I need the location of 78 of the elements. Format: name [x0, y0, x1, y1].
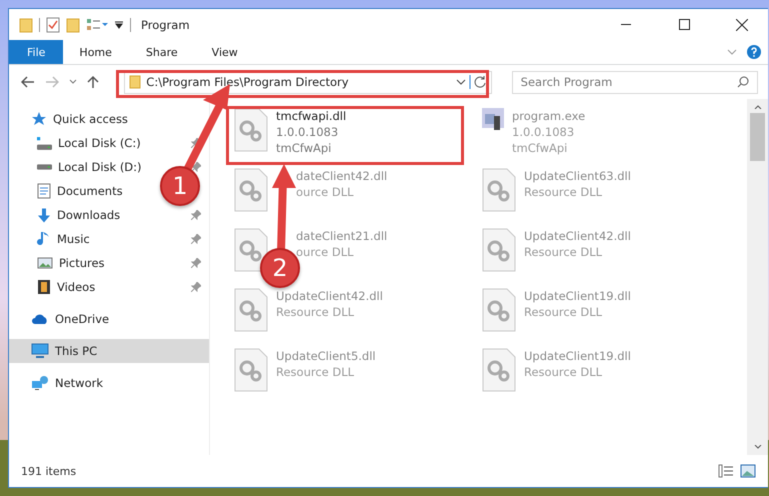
file-detail: 1.0.0.1083: [276, 124, 338, 140]
file-detail: tmCfwApi: [276, 140, 332, 156]
sidebar-item[interactable]: Videos: [9, 275, 209, 299]
file-detail: Resource DLL: [276, 304, 354, 320]
folder-icon: [129, 75, 142, 89]
sidebar-item[interactable]: This PC: [9, 339, 209, 363]
scrollbar[interactable]: [747, 99, 768, 455]
sidebar-item[interactable]: Documents: [9, 179, 131, 203]
network-icon: [31, 376, 49, 390]
view-options-icon[interactable]: [86, 18, 108, 32]
settings-file-icon: [482, 348, 516, 392]
file-detail: 1.0.0.1083: [512, 124, 574, 140]
settings-file-icon: [234, 288, 268, 332]
download-icon: [37, 208, 51, 222]
star-icon: [31, 111, 47, 127]
file-detail: ource DLL: [295, 244, 354, 260]
drive-icon: [37, 164, 52, 170]
monitor-icon: [31, 343, 49, 359]
ribbon-tab[interactable]: View: [200, 40, 250, 64]
file-name: dateClient42.dll: [295, 168, 388, 184]
sidebar-item[interactable]: OneDrive: [9, 307, 118, 331]
search-icon: [737, 76, 750, 88]
application-icon: [482, 108, 504, 130]
search-box[interactable]: Search Program: [512, 70, 758, 94]
file-name: UpdateClient63.dll: [524, 168, 631, 184]
search-field[interactable]: Search Program: [520, 75, 738, 89]
sidebar-item[interactable]: Music: [9, 227, 209, 251]
settings-file-icon: [234, 348, 268, 392]
sidebar-item[interactable]: Quick access: [9, 107, 136, 131]
document-icon: [37, 183, 51, 199]
scroll-thumb[interactable]: [750, 113, 765, 161]
file-detail: Resource DLL: [524, 364, 602, 380]
item-count: 191 items: [21, 464, 78, 478]
file-detail: Resource DLL: [524, 244, 602, 260]
window-title: Program: [141, 18, 191, 32]
cloud-icon: [31, 314, 49, 324]
file-menu-button[interactable]: File: [9, 40, 64, 64]
file-name: program.exe: [512, 108, 586, 124]
scroll-up-icon[interactable]: [754, 105, 762, 109]
file-name: UpdateClient19.dll: [524, 288, 631, 304]
ribbon-tab[interactable]: Home: [67, 40, 124, 64]
settings-file-icon: [482, 168, 516, 212]
file-detail: Resource DLL: [524, 304, 602, 320]
close-icon[interactable]: [736, 18, 748, 30]
settings-file-icon: [482, 228, 516, 272]
file-name: tmcfwapi.dll: [276, 108, 346, 124]
sidebar-item[interactable]: Network: [9, 371, 112, 395]
file-detail: Resource DLL: [276, 364, 354, 380]
settings-file-icon: [234, 108, 268, 152]
customize-toolbar-icon[interactable]: [114, 20, 124, 30]
up-button[interactable]: [87, 75, 99, 89]
file-detail: Resource DLL: [524, 184, 602, 200]
maximize-icon[interactable]: [678, 19, 690, 30]
film-icon: [37, 279, 51, 295]
file-name: UpdateClient5.dll: [276, 348, 376, 364]
settings-file-icon: [234, 168, 268, 212]
ribbon-tab[interactable]: Share: [134, 40, 190, 64]
scroll-down-icon[interactable]: [754, 445, 762, 449]
picture-icon: [37, 257, 53, 269]
settings-file-icon: [482, 288, 516, 332]
file-name: UpdateClient42.dll: [524, 228, 631, 244]
details-view-icon[interactable]: [718, 464, 734, 478]
file-name: dateClient21.dll: [295, 228, 388, 244]
file-name: UpdateClient19.dll: [524, 348, 631, 364]
file-detail: ource DLL: [295, 184, 354, 200]
sidebar-item[interactable]: Pictures: [9, 251, 209, 275]
sidebar-item[interactable]: Local Disk (C:): [9, 131, 209, 155]
large-icons-view-icon[interactable]: [740, 464, 756, 478]
file-name: UpdateClient42.dll: [276, 288, 383, 304]
file-detail: tmCfwApi: [512, 140, 568, 156]
settings-file-icon: [234, 228, 268, 272]
drive-icon: [37, 136, 52, 150]
music-icon: [37, 231, 51, 247]
sidebar-item[interactable]: Downloads: [9, 203, 209, 227]
properties-icon[interactable]: [46, 16, 60, 32]
back-button[interactable]: [21, 76, 35, 88]
folder-icon: [19, 16, 33, 32]
recent-locations-button[interactable]: [69, 79, 77, 85]
